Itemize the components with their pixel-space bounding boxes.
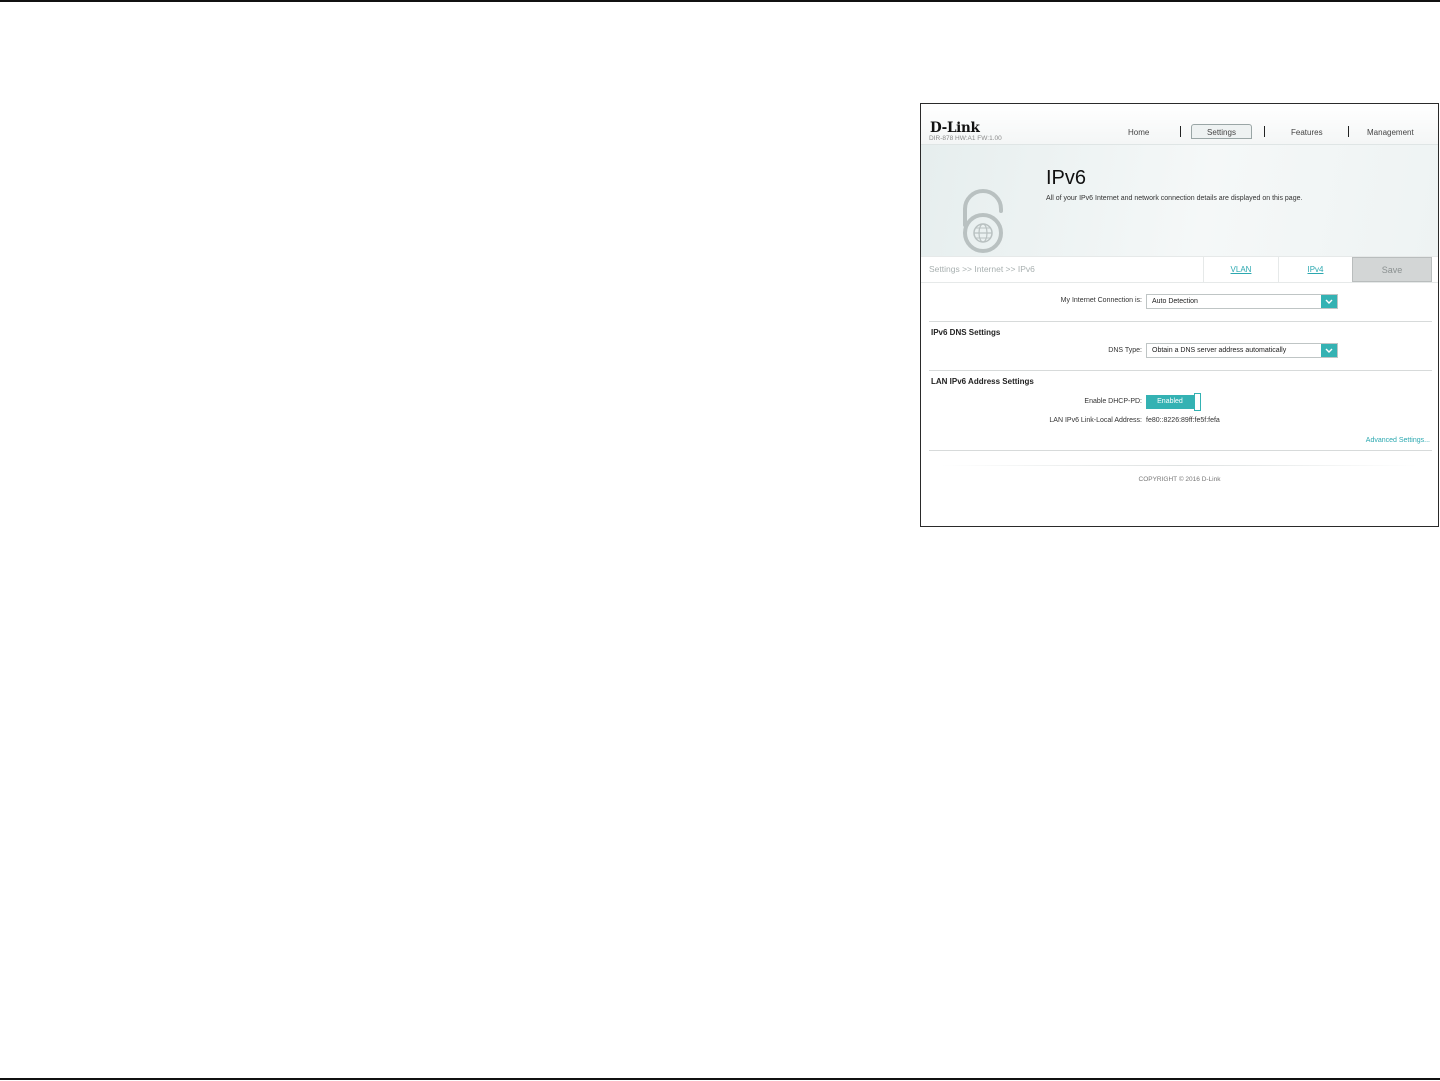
chevron-down-icon xyxy=(1321,344,1337,357)
connection-select[interactable]: Auto Detection xyxy=(1146,294,1338,309)
connection-select-value: Auto Detection xyxy=(1152,298,1198,305)
nav-separator xyxy=(1180,126,1181,137)
copyright: COPYRIGHT © 2016 D-Link xyxy=(1138,476,1221,483)
tab-vlan[interactable]: VLAN xyxy=(1203,257,1278,282)
top-header: D-Link DIR-878 HW:A1 FW:1.00 Home Settin… xyxy=(921,104,1438,144)
tab-ipv4[interactable]: IPv4 xyxy=(1278,257,1352,282)
page-description: All of your IPv6 Internet and network co… xyxy=(1046,195,1303,202)
page-title: IPv6 xyxy=(1046,167,1087,189)
section-divider xyxy=(929,321,1432,322)
router-ui-screenshot: D-Link DIR-878 HW:A1 FW:1.00 Home Settin… xyxy=(920,103,1439,527)
toggle-knob xyxy=(1194,393,1201,411)
dhcp-pd-toggle[interactable]: Enabled xyxy=(1146,393,1202,411)
dlink-logo: D-Link xyxy=(930,120,980,136)
bottom-rule xyxy=(0,1078,1440,1080)
dns-section-title: IPv6 DNS Settings xyxy=(931,328,1001,337)
document-page: D-Link DIR-878 HW:A1 FW:1.00 Home Settin… xyxy=(0,0,1440,1081)
breadcrumb-bar: Settings >> Internet >> IPv6 VLAN IPv4 S… xyxy=(921,256,1438,283)
nav-separator xyxy=(1348,126,1349,137)
breadcrumb: Settings >> Internet >> IPv6 xyxy=(929,264,1035,274)
page-banner: IPv6 All of your IPv6 Internet and netwo… xyxy=(921,144,1438,257)
save-button[interactable]: Save xyxy=(1352,257,1432,282)
chevron-down-icon xyxy=(1321,295,1337,308)
nav-home[interactable]: Home xyxy=(1128,128,1149,137)
nav-features[interactable]: Features xyxy=(1291,128,1323,137)
dhcp-pd-toggle-state: Enabled xyxy=(1146,395,1194,409)
dns-type-label: DNS Type: xyxy=(1108,347,1142,354)
connection-label: My Internet Connection is: xyxy=(1060,297,1142,304)
section-divider xyxy=(929,370,1432,371)
nav-separator xyxy=(1264,126,1265,137)
link-local-value: fe80::8226:89ff:fe5f:fefa xyxy=(1146,417,1220,424)
advanced-settings-link[interactable]: Advanced Settings... xyxy=(1366,437,1430,444)
nav-management[interactable]: Management xyxy=(1367,128,1414,137)
link-local-label: LAN IPv6 Link-Local Address: xyxy=(1049,417,1142,424)
footer-divider xyxy=(941,465,1418,466)
nav-settings[interactable]: Settings xyxy=(1191,124,1252,139)
globe-lock-icon xyxy=(963,189,1003,253)
dns-type-select-value: Obtain a DNS server address automaticall… xyxy=(1152,347,1287,354)
section-divider xyxy=(929,450,1432,451)
lan-section-title: LAN IPv6 Address Settings xyxy=(931,377,1034,386)
dhcp-pd-label: Enable DHCP-PD: xyxy=(1084,398,1142,405)
dns-type-select[interactable]: Obtain a DNS server address automaticall… xyxy=(1146,343,1338,358)
model-info: DIR-878 HW:A1 FW:1.00 xyxy=(929,135,1002,142)
top-rule xyxy=(0,0,1440,2)
